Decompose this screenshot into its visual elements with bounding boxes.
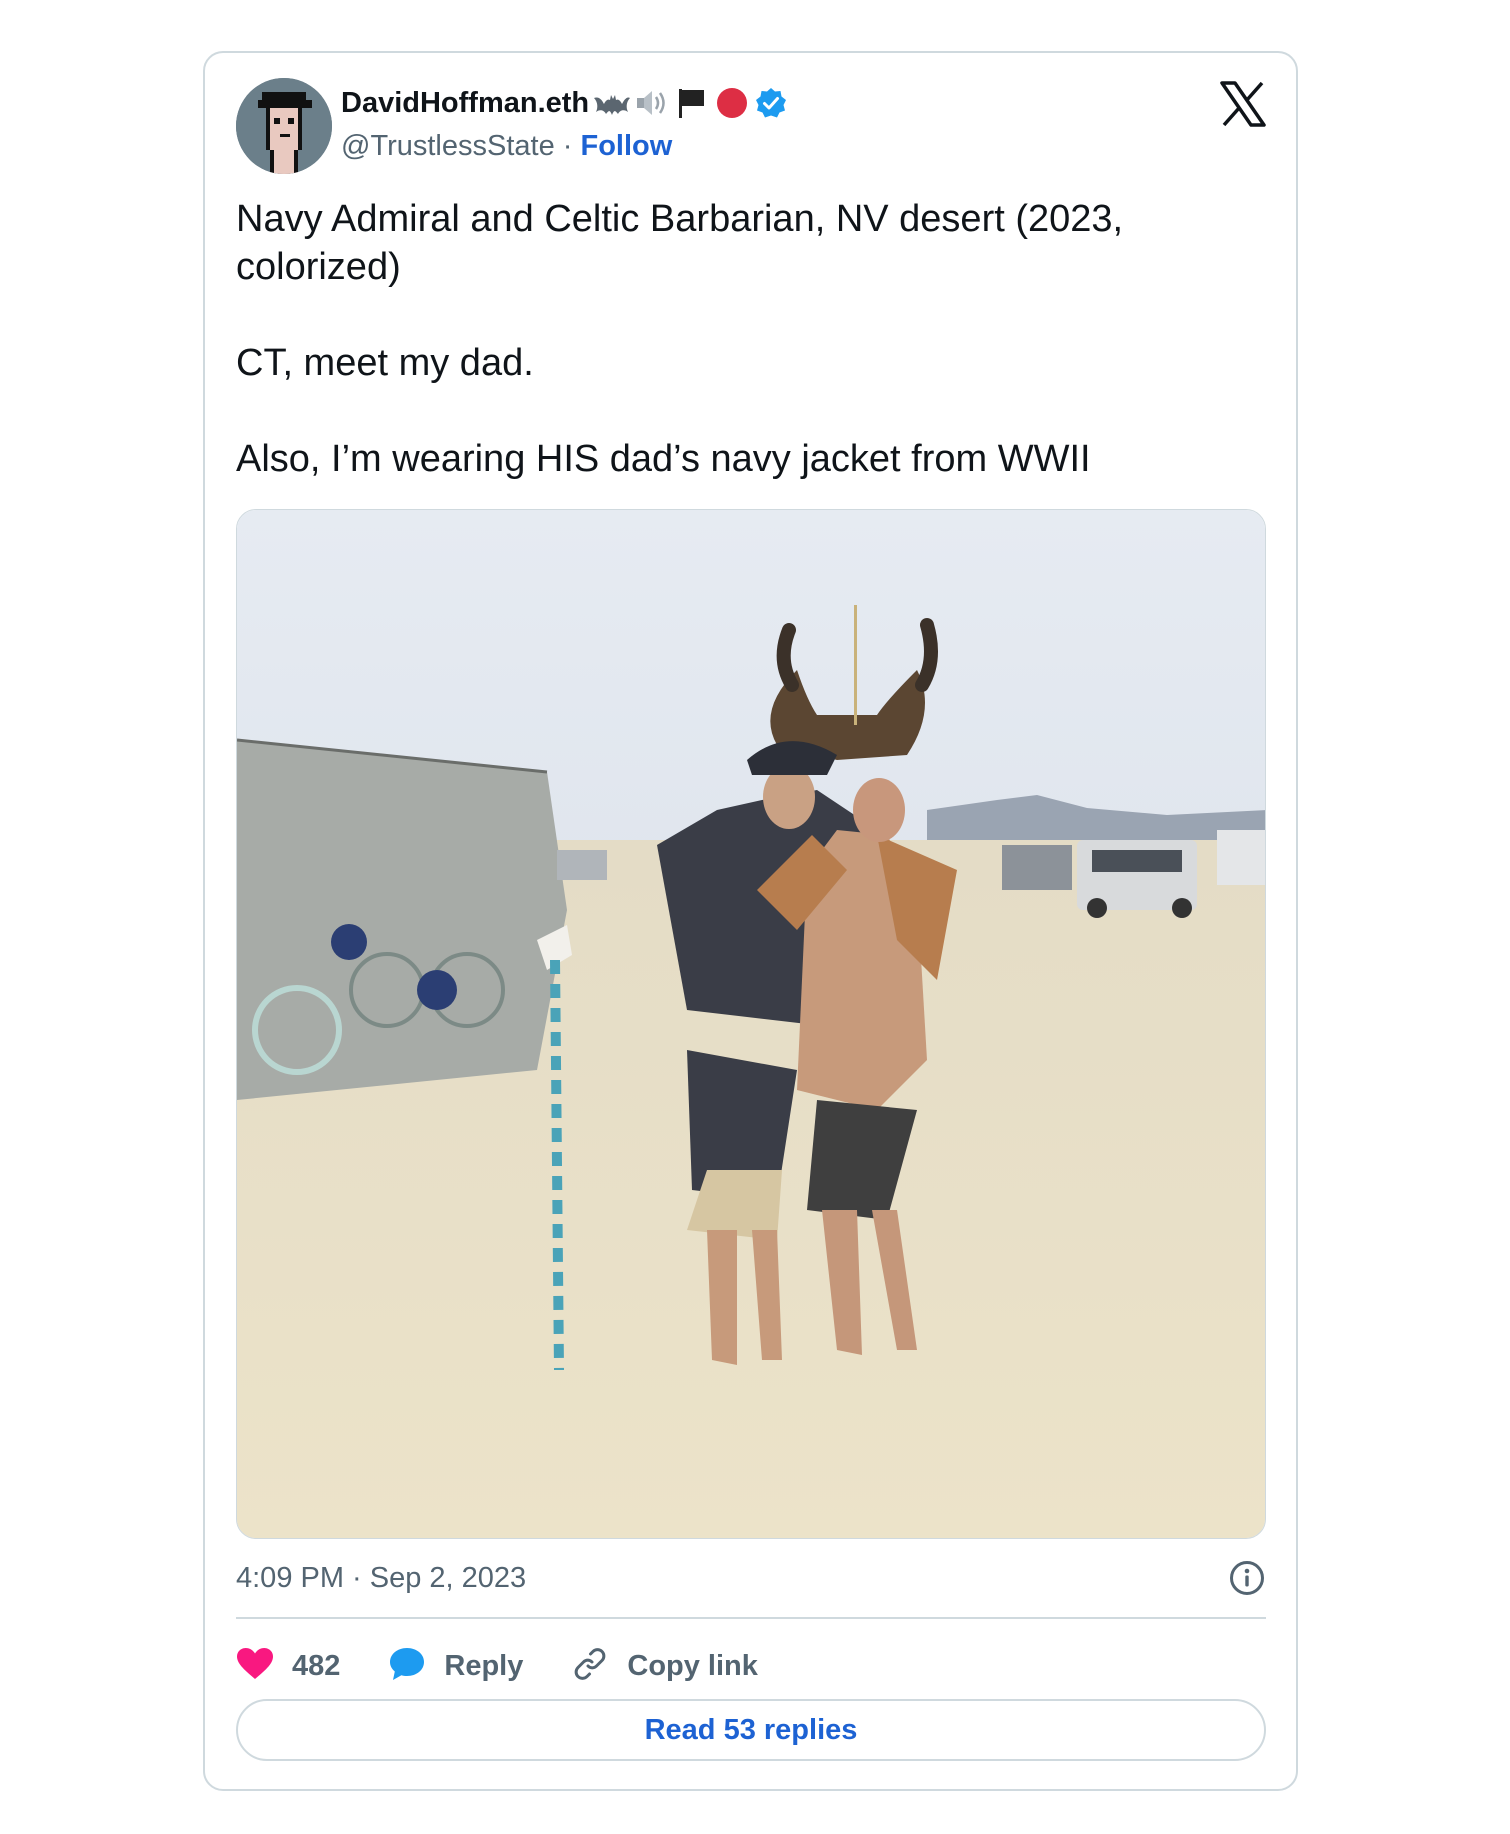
handle-separator: · [554, 130, 581, 162]
speech-bubble-icon [388, 1646, 426, 1687]
bat-emoji-icon [593, 90, 631, 116]
timestamp[interactable]: 4:09 PM · Sep 2, 2023 [236, 1562, 526, 1595]
name-row: DavidHoffman.eth [341, 83, 1141, 123]
desert-photo-illustration [237, 510, 1265, 1538]
meta-row: 4:09 PM · Sep 2, 2023 [236, 1553, 1266, 1603]
reply-button[interactable]: Reply [388, 1646, 523, 1687]
x-logo-icon[interactable] [1220, 81, 1266, 127]
action-bar: 482 Reply Copy link [236, 1638, 806, 1694]
link-icon [571, 1645, 609, 1688]
author-handle[interactable]: @TrustlessState [341, 130, 555, 162]
info-icon[interactable] [1228, 1559, 1266, 1597]
copy-link-label: Copy link [627, 1649, 758, 1682]
verified-badge-icon [755, 87, 787, 119]
speaker-emoji-icon [635, 88, 669, 118]
copy-link-button[interactable]: Copy link [571, 1645, 758, 1688]
tweet-text: Navy Admiral and Celtic Barbarian, NV de… [236, 195, 1236, 531]
reply-label: Reply [444, 1649, 524, 1682]
read-replies-button[interactable]: Read 53 replies [236, 1699, 1266, 1761]
tweet-paragraph: Also, I’m wearing HIS dad’s navy jacket … [236, 438, 1091, 480]
black-flag-icon [677, 87, 707, 119]
tweet-embed-card: DavidHoffman.eth @TrustlessState · Follo… [203, 51, 1298, 1791]
tweet-photo[interactable] [236, 509, 1266, 1539]
author-info: DavidHoffman.eth @TrustlessState · Follo… [341, 83, 1141, 165]
like-count: 482 [292, 1649, 341, 1682]
red-circle-icon [715, 86, 749, 120]
display-name[interactable]: DavidHoffman.eth [341, 87, 589, 120]
handle-row: @TrustlessState · Follow [341, 127, 1141, 165]
pixel-avatar-icon [236, 78, 332, 174]
heart-icon [236, 1647, 274, 1686]
tweet-paragraph: Navy Admiral and Celtic Barbarian, NV de… [236, 198, 1124, 288]
avatar[interactable] [236, 78, 332, 174]
follow-link[interactable]: Follow [581, 130, 673, 162]
like-button[interactable]: 482 [236, 1647, 340, 1686]
divider [236, 1617, 1266, 1619]
tweet-paragraph: CT, meet my dad. [236, 342, 534, 384]
